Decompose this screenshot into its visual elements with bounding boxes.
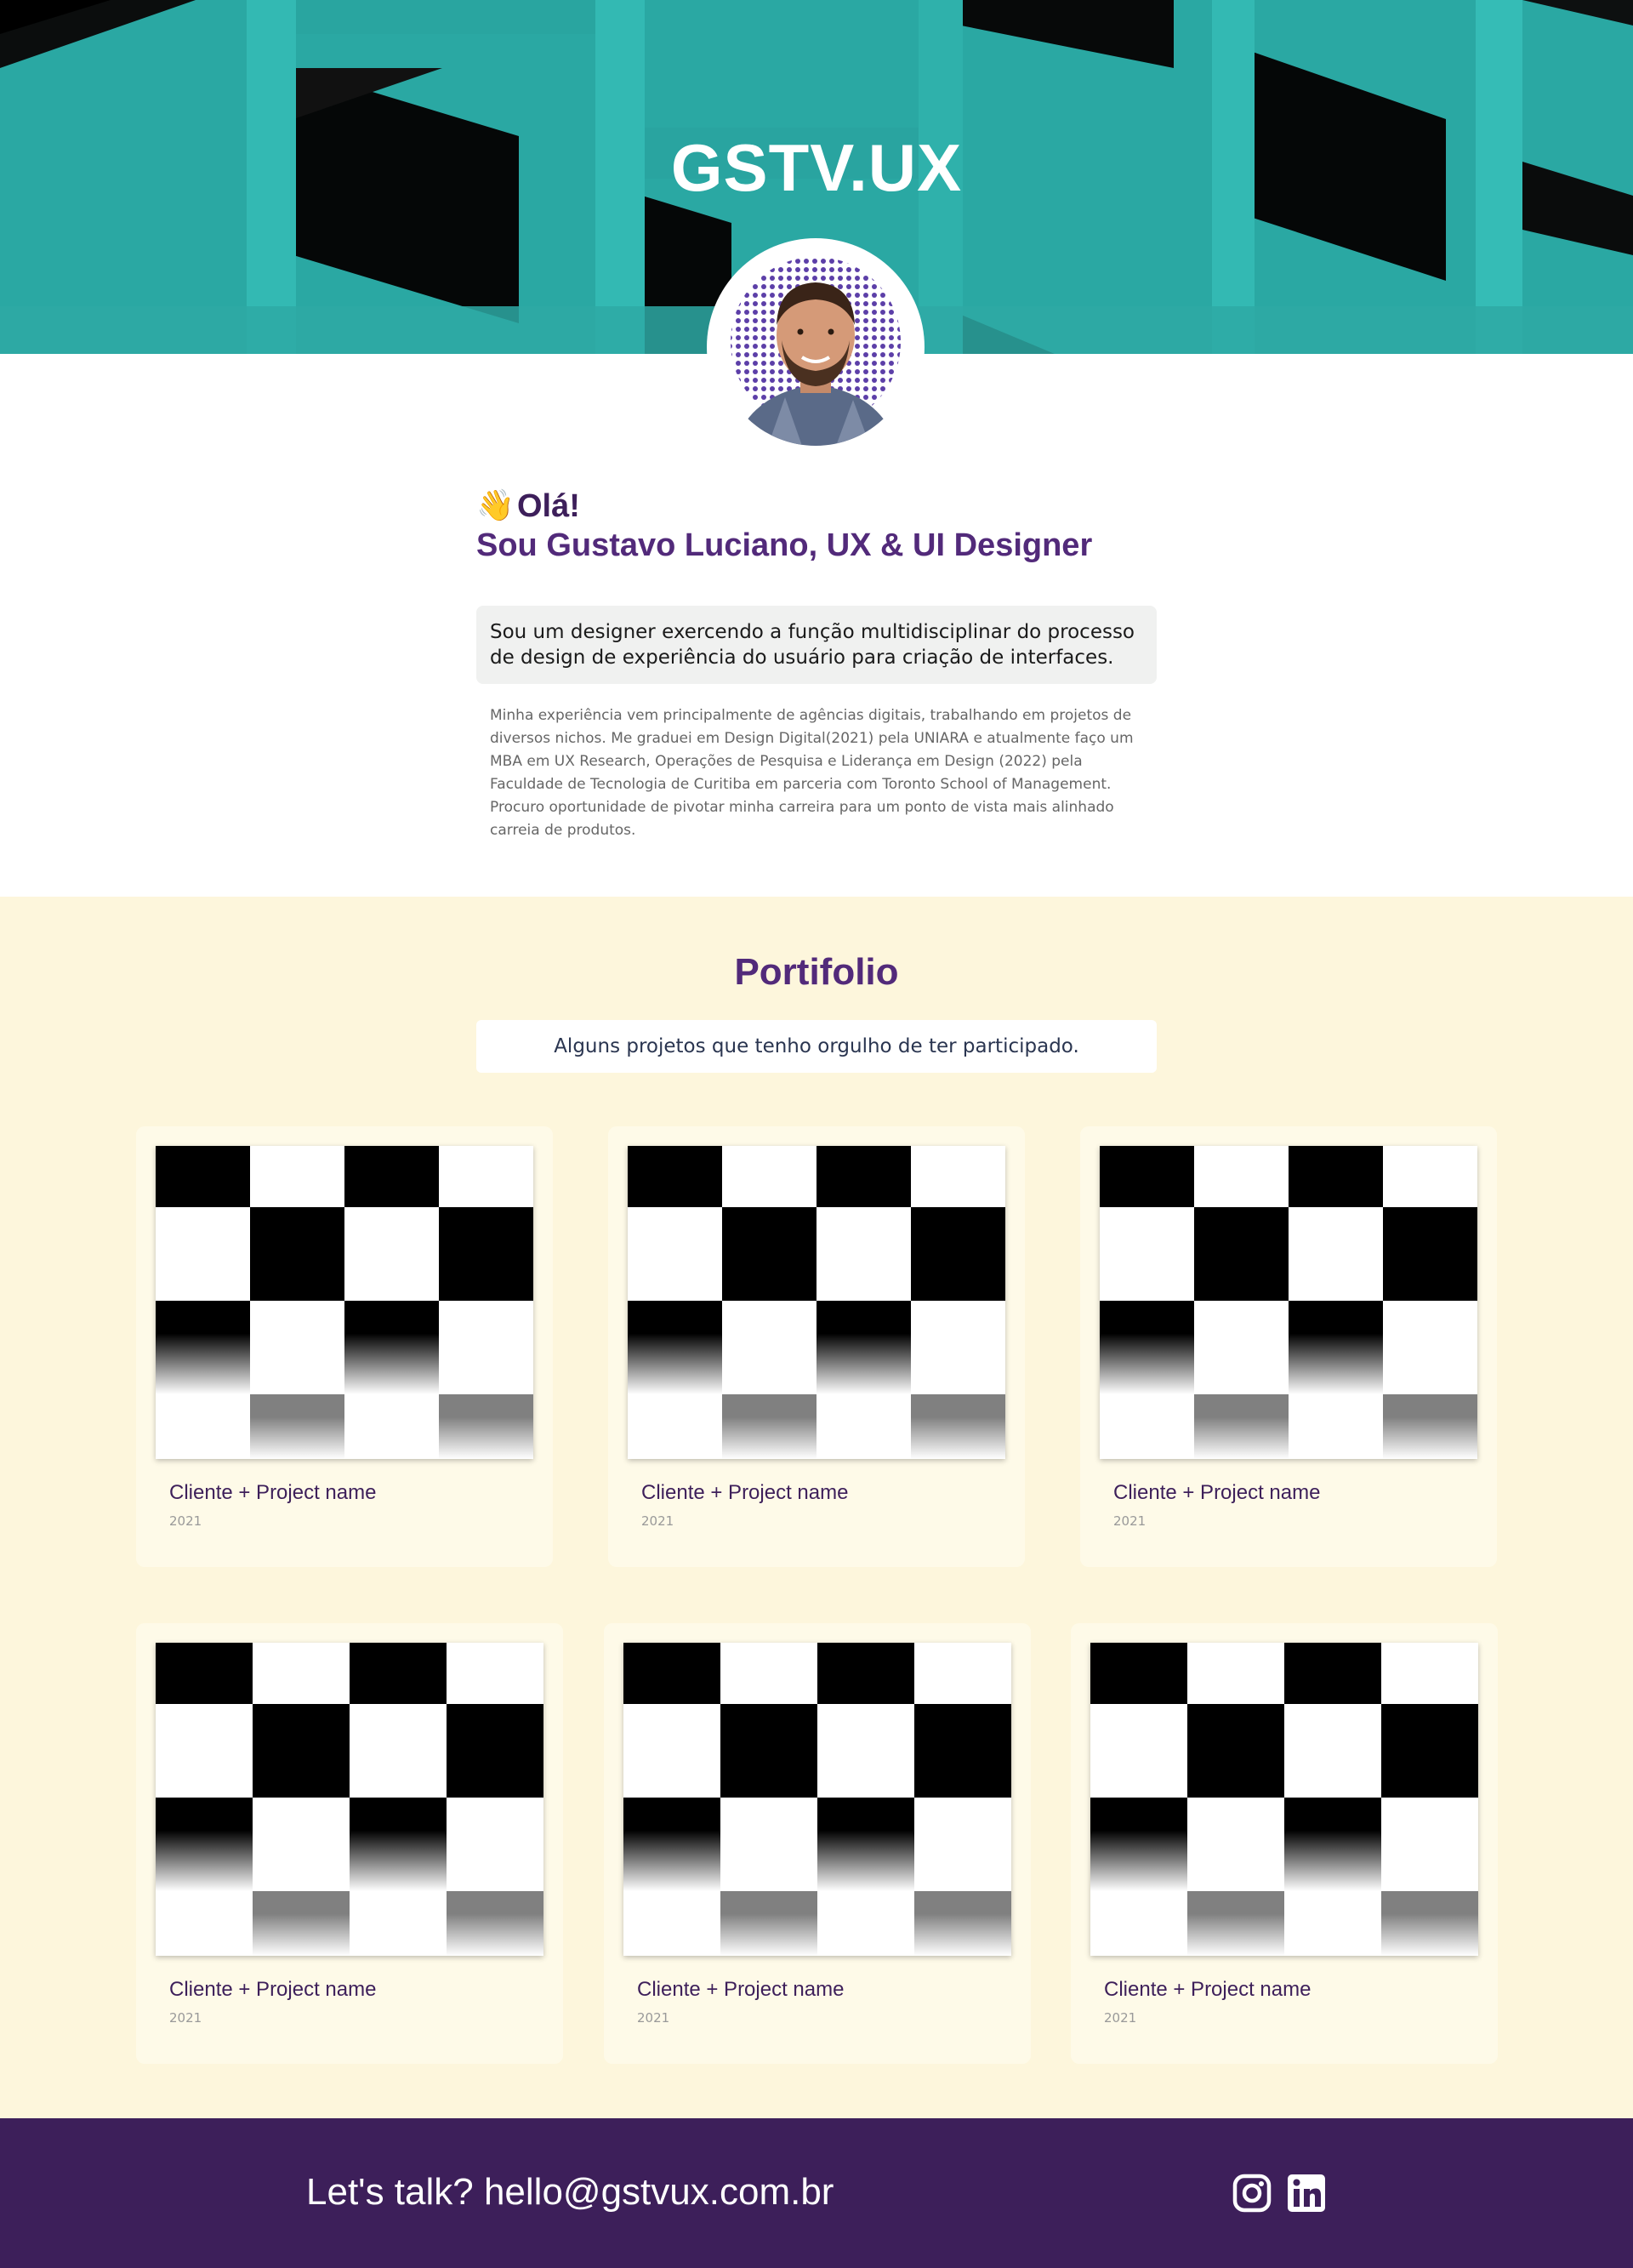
greeting-text: Olá! (517, 488, 580, 524)
footer: Let's talk? hello@gstvux.com.br (0, 2118, 1633, 2268)
waving-hand-icon: 👋 (476, 488, 515, 523)
project-thumbnail[interactable] (623, 1643, 1011, 1956)
project-year: 2021 (641, 1513, 674, 1529)
project-year: 2021 (169, 1513, 202, 1529)
avatar (717, 248, 914, 446)
project-title[interactable]: Cliente + Project name (1104, 1978, 1311, 2002)
greeting-line: 👋 Olá! (476, 487, 1157, 526)
project-title[interactable]: Cliente + Project name (641, 1481, 848, 1505)
project-card[interactable]: Cliente + Project name 2021 (136, 1623, 563, 2064)
headline: Sou Gustavo Luciano, UX & UI Designer (476, 527, 1093, 563)
project-card[interactable]: Cliente + Project name 2021 (604, 1623, 1031, 2064)
brand-logo-text: GSTV.UX (670, 130, 963, 205)
project-year: 2021 (1104, 2010, 1137, 2026)
project-thumbnail[interactable] (156, 1643, 543, 1956)
project-card[interactable]: Cliente + Project name 2021 (608, 1126, 1025, 1567)
project-year: 2021 (637, 2010, 670, 2026)
intro-body-text: Minha experiência vem principalmente de … (490, 707, 1134, 839)
linkedin-icon[interactable] (1286, 2173, 1327, 2214)
project-title[interactable]: Cliente + Project name (637, 1978, 844, 2002)
intro-lead-box: Sou um designer exercendo a função multi… (476, 606, 1157, 684)
project-card[interactable]: Cliente + Project name 2021 (1071, 1623, 1498, 2064)
instagram-icon[interactable] (1232, 2173, 1272, 2214)
project-thumbnail[interactable] (1100, 1146, 1477, 1459)
project-title[interactable]: Cliente + Project name (169, 1978, 376, 2002)
contact-email-link[interactable]: Let's talk? hello@gstvux.com.br (306, 2171, 834, 2214)
project-year: 2021 (169, 2010, 202, 2026)
portfolio-title: Portifolio (734, 951, 899, 993)
project-title[interactable]: Cliente + Project name (169, 1481, 376, 1505)
project-thumbnail[interactable] (1090, 1643, 1478, 1956)
portfolio-section: Portifolio Alguns projetos que tenho org… (0, 897, 1633, 2118)
project-thumbnail[interactable] (156, 1146, 533, 1459)
project-title[interactable]: Cliente + Project name (1113, 1481, 1320, 1505)
intro-section: 👋 Olá! Sou Gustavo Luciano, UX & UI Desi… (476, 487, 1157, 565)
project-thumbnail[interactable] (628, 1146, 1005, 1459)
project-card[interactable]: Cliente + Project name 2021 (1080, 1126, 1497, 1567)
project-card[interactable]: Cliente + Project name 2021 (136, 1126, 553, 1567)
avatar-photo (717, 248, 914, 446)
project-year: 2021 (1113, 1513, 1147, 1529)
portfolio-subtitle: Alguns projetos que tenho orgulho de ter… (476, 1020, 1157, 1073)
